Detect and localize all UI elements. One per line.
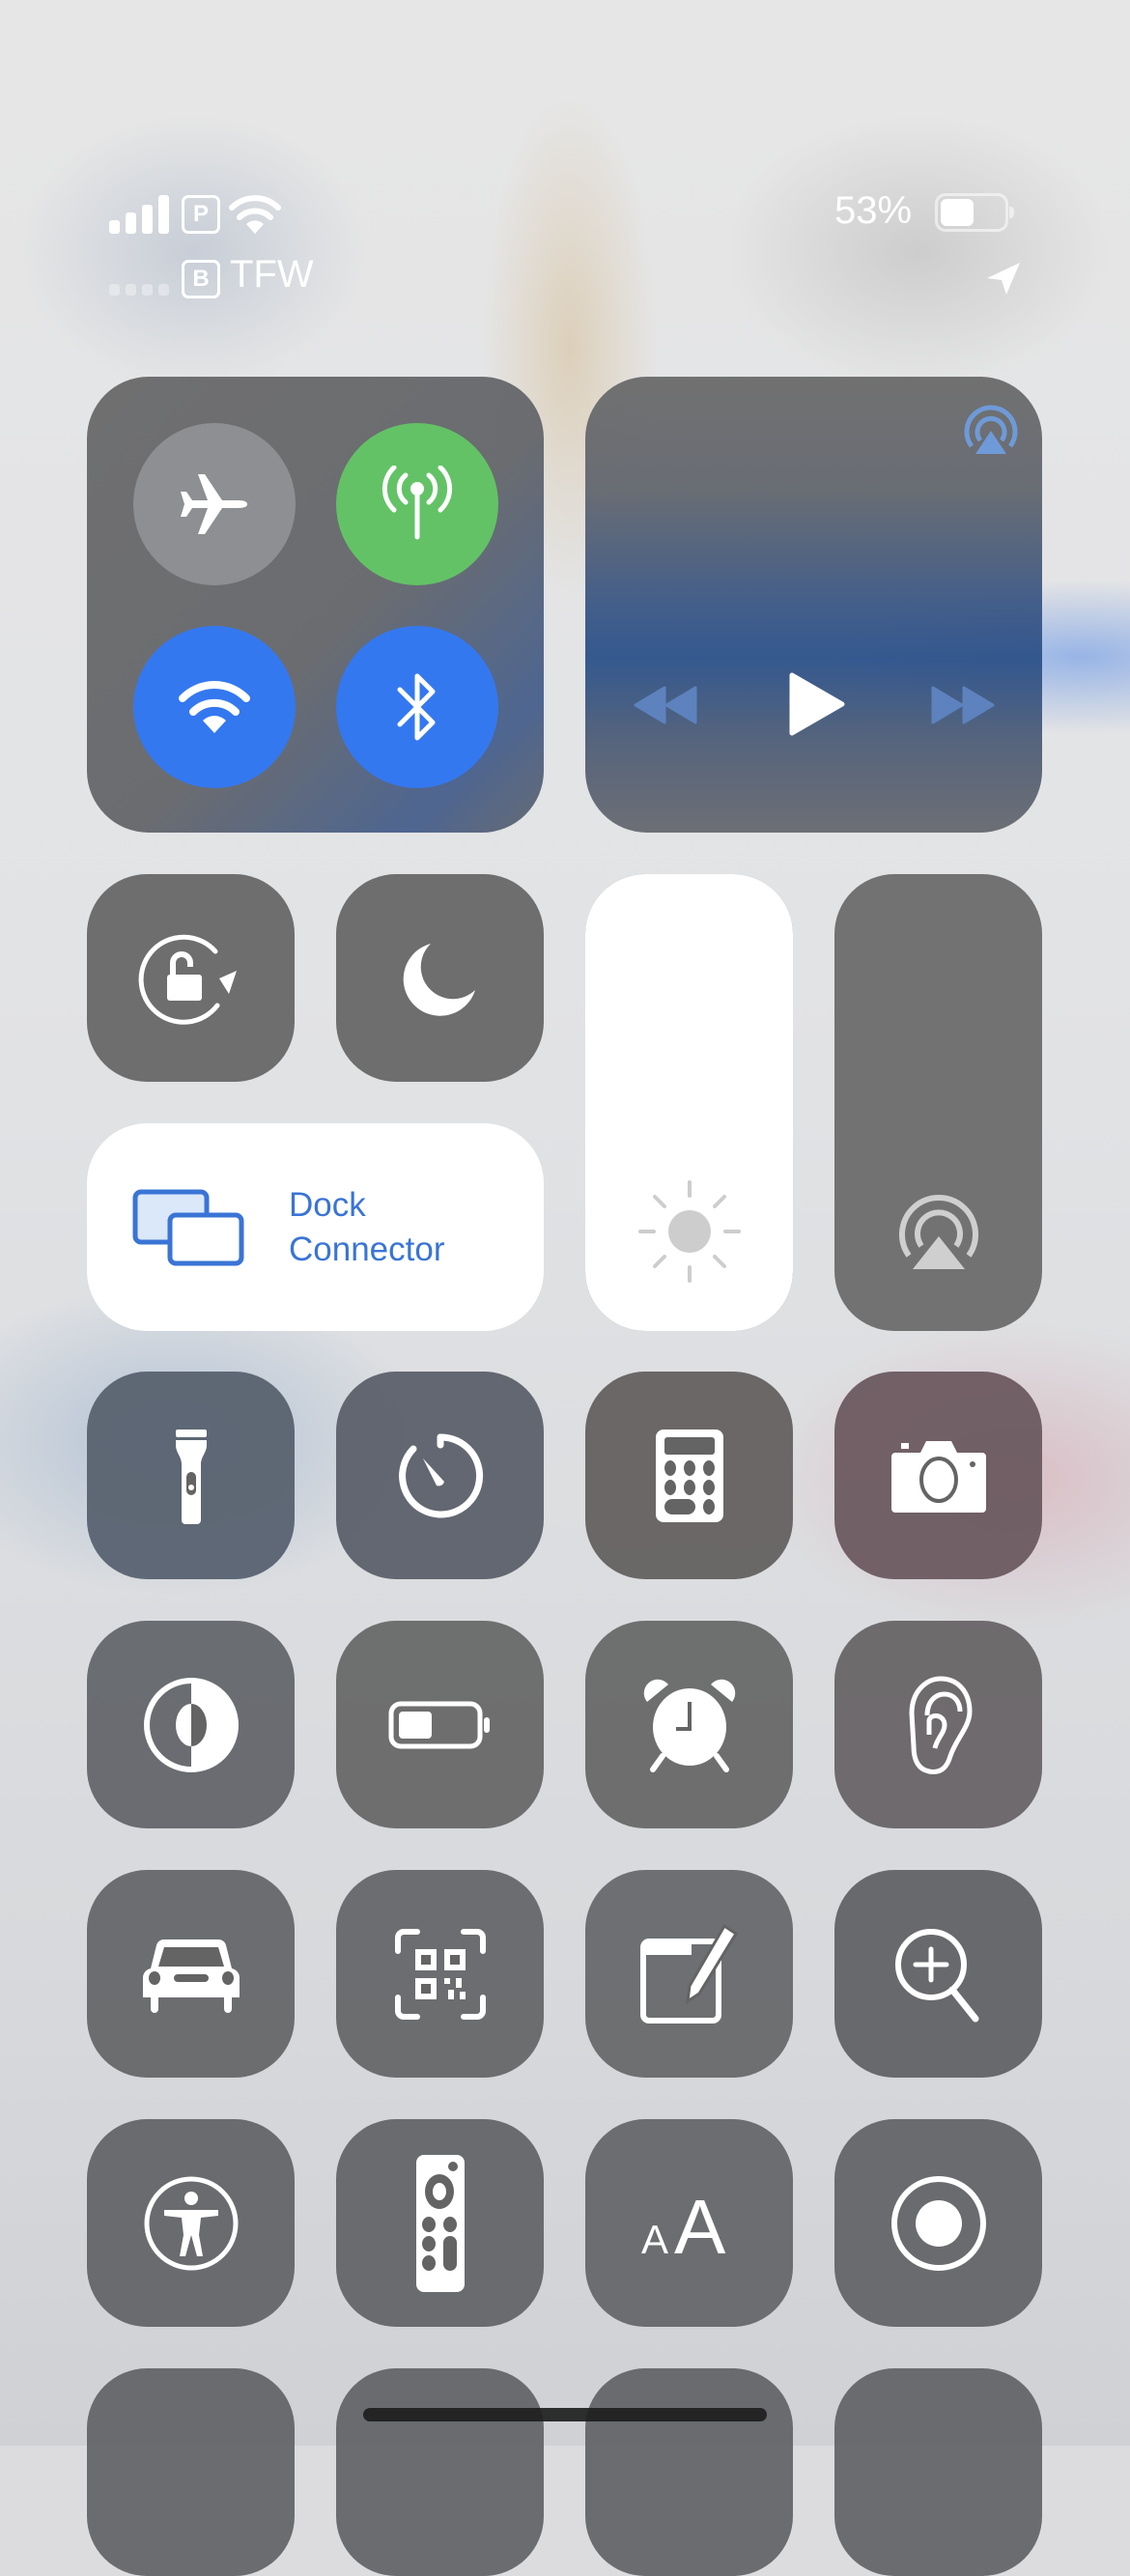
hearing-devices-partial-button[interactable] [87, 2368, 295, 2576]
quick-note-button[interactable] [585, 1870, 793, 2078]
screen-mirroring-icon [132, 1189, 244, 1265]
alarm-clock-icon [641, 1677, 738, 1773]
battery-icon [388, 1701, 493, 1749]
text-size-button[interactable]: AA [585, 2119, 793, 2327]
camera-icon [890, 1439, 986, 1513]
hearing-button[interactable] [834, 1621, 1042, 1828]
tv-remote-icon [415, 2154, 465, 2292]
secondary-carrier-name: TFW [230, 253, 314, 296]
timer-icon [394, 1430, 487, 1522]
wifi-icon [179, 681, 250, 733]
airplane-mode-toggle[interactable] [133, 423, 296, 585]
flashlight-icon [172, 1428, 211, 1524]
secondary-sim-badge: B [182, 260, 220, 298]
screen-recording-button[interactable] [834, 2119, 1042, 2327]
moon-icon [403, 943, 475, 1016]
qr-code-icon [394, 1928, 487, 2021]
flashlight-button[interactable] [87, 1372, 295, 1579]
svg-text:A: A [674, 2190, 726, 2257]
bluetooth-icon [397, 673, 436, 741]
low-power-mode-button[interactable] [336, 1621, 544, 1828]
screen-partial-button[interactable] [336, 2368, 544, 2576]
shazam-partial-button[interactable] [834, 2368, 1042, 2576]
dark-mode-button[interactable] [87, 1621, 295, 1828]
screen-mirroring-button[interactable]: Dock Connector [87, 1123, 544, 1331]
text-size-icon: AA [641, 2190, 738, 2257]
timer-button[interactable] [336, 1372, 544, 1579]
ear-icon [900, 1675, 977, 1775]
airplane-icon [181, 474, 247, 534]
dark-mode-icon [143, 1677, 240, 1773]
apple-tv-remote-button[interactable] [336, 2119, 544, 2327]
wifi-toggle[interactable] [133, 626, 296, 788]
cellular-signal-secondary-icon [109, 284, 169, 296]
primary-sim-badge: P [182, 195, 220, 234]
magnifier-button[interactable] [834, 1870, 1042, 2078]
screen-mirroring-label-line1: Dock [289, 1185, 366, 1224]
car-icon [142, 1936, 240, 2013]
play-icon[interactable] [788, 671, 846, 737]
battery-icon [935, 193, 1014, 232]
camera-button[interactable] [834, 1372, 1042, 1579]
location-arrow-icon [987, 263, 1020, 295]
status-bar: P B TFW 53% [0, 0, 1130, 319]
battery-percentage: 53% [834, 189, 913, 232]
airplay-audio-icon [899, 1195, 978, 1269]
wifi-icon [229, 195, 281, 234]
home-indicator[interactable] [363, 2408, 767, 2421]
svg-text:A: A [641, 2217, 668, 2257]
home-partial-button[interactable] [585, 2368, 793, 2576]
rotation-lock-icon [138, 934, 237, 1025]
magnifier-icon [892, 1926, 985, 2023]
do-not-disturb-button[interactable] [336, 874, 544, 1082]
record-icon [890, 2175, 987, 2272]
rewind-icon[interactable] [634, 686, 697, 724]
volume-slider[interactable] [834, 874, 1042, 1331]
alarm-button[interactable] [585, 1621, 793, 1828]
screen-mirroring-label-line2: Connector [289, 1230, 445, 1268]
accessibility-shortcut-button[interactable] [87, 2119, 295, 2327]
bluetooth-toggle[interactable] [336, 626, 498, 788]
note-pencil-icon [639, 1923, 740, 2024]
airplay-audio-icon[interactable] [962, 400, 1020, 456]
brightness-slider[interactable] [585, 874, 793, 1331]
accessibility-icon [143, 2175, 240, 2272]
connectivity-module [87, 377, 544, 833]
calculator-button[interactable] [585, 1372, 793, 1579]
battery-level-fill [941, 199, 974, 226]
code-scanner-button[interactable] [336, 1870, 544, 2078]
fast-forward-icon[interactable] [931, 686, 995, 724]
driving-focus-button[interactable] [87, 1870, 295, 2078]
now-playing-module [585, 377, 1042, 833]
screen-mirroring-label: Dock Connector [289, 1183, 444, 1272]
cellular-data-toggle[interactable] [336, 423, 498, 585]
sun-icon [638, 1180, 741, 1283]
calculator-icon [655, 1429, 723, 1522]
orientation-lock-button[interactable] [87, 874, 295, 1082]
cellular-signal-icon [109, 195, 169, 234]
antenna-icon [381, 466, 453, 540]
